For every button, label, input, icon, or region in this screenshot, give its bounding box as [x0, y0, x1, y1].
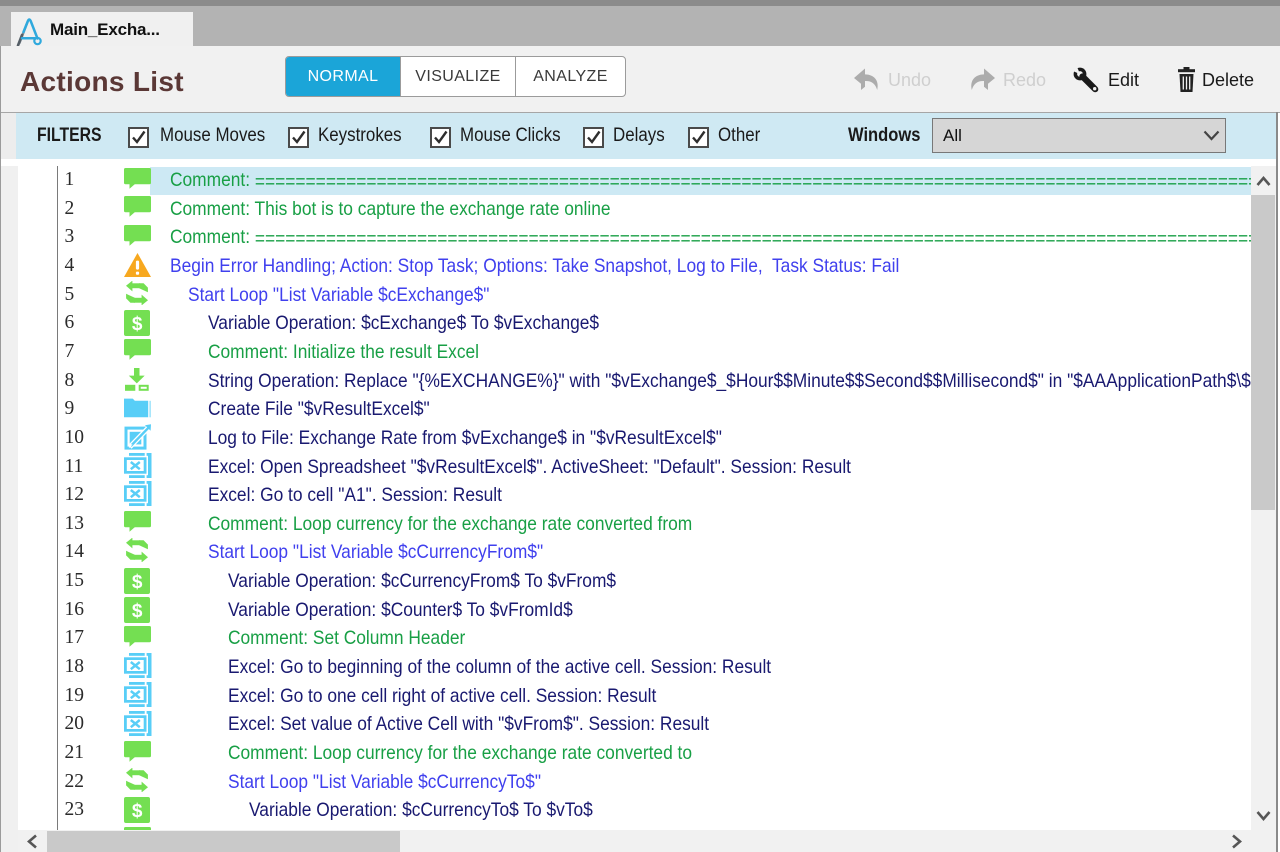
- svg-text:$: $: [131, 601, 142, 622]
- svg-text:$: $: [131, 572, 142, 593]
- svg-text:$: $: [131, 314, 142, 335]
- svg-text:$: $: [131, 801, 142, 822]
